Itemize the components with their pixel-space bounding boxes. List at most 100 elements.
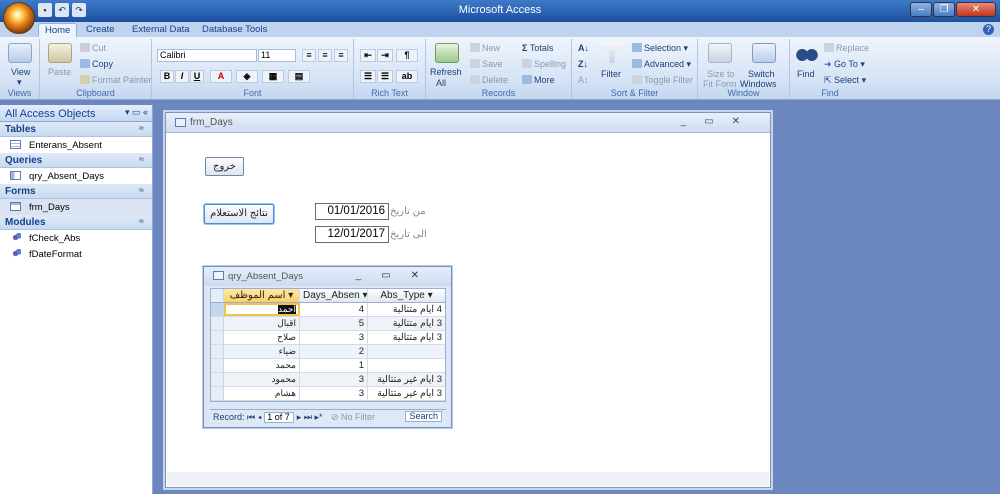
row-selector[interactable]	[211, 303, 224, 316]
tab-database-tools[interactable]: Database Tools	[196, 23, 273, 37]
nav-header[interactable]: All Access Objects ▾ ▭ «	[0, 105, 152, 122]
column-header[interactable]: Days_Absen ▾	[300, 289, 368, 302]
tab-home[interactable]: Home	[38, 23, 78, 37]
decrease-indent-icon[interactable]: ⇤	[360, 49, 376, 62]
refresh-button[interactable]: Refresh	[430, 67, 462, 77]
view-icon[interactable]	[8, 43, 32, 63]
table-cell[interactable]: 3 ايام غير متتالية	[368, 373, 445, 386]
table-cell[interactable]: محمد	[224, 359, 300, 372]
toggle-filter-button[interactable]: Toggle Filter	[632, 75, 693, 85]
form-title-bar[interactable]: frm_Days _▭✕	[166, 113, 770, 133]
table-row[interactable]: ضياء 2	[211, 345, 445, 359]
record-position-field[interactable]: 1 of 7	[264, 412, 295, 423]
cut-button[interactable]: Cut	[80, 43, 106, 53]
table-cell[interactable]: هشام	[224, 387, 300, 400]
goto-button[interactable]: ➜ Go To ▾	[824, 59, 865, 70]
table-cell[interactable]: 3 ايام متتالية	[368, 317, 445, 330]
row-selector[interactable]	[211, 345, 224, 358]
filter-button[interactable]: Filter	[601, 69, 621, 79]
prev-record-icon[interactable]: ◂	[258, 412, 262, 422]
align-left-icon[interactable]: ≡	[302, 49, 316, 62]
advanced-button[interactable]: Advanced ▾	[632, 59, 691, 70]
table-row[interactable]: هشام 3 3 ايام غير متتالية	[211, 387, 445, 401]
table-row[interactable]: محمد 1	[211, 359, 445, 373]
underline-button[interactable]: U	[190, 70, 204, 83]
nav-item-table[interactable]: Enterans_Absent	[0, 137, 152, 153]
sort-descending-icon[interactable]: Z↓	[578, 59, 588, 69]
table-cell[interactable]: 3	[300, 331, 368, 344]
search-box[interactable]: Search	[405, 411, 442, 422]
row-selector[interactable]	[211, 359, 224, 372]
table-cell[interactable]	[368, 345, 445, 358]
font-size-select[interactable]: 11	[258, 49, 296, 62]
table-cell[interactable]: 3	[300, 373, 368, 386]
to-date-field[interactable]: 12/01/2017	[315, 226, 389, 243]
table-cell[interactable]: اقبال	[224, 317, 300, 330]
font-color-icon[interactable]: A	[210, 70, 232, 83]
collapse-icon[interactable]: ≈	[139, 154, 144, 164]
switch-windows-icon[interactable]	[752, 43, 776, 63]
table-cell[interactable]: احمد	[224, 303, 300, 316]
fill-color-icon[interactable]: ◈	[236, 70, 258, 83]
paste-button[interactable]: Paste	[48, 67, 71, 77]
delete-record-button[interactable]: Delete	[470, 75, 508, 85]
form-window-controls[interactable]: _▭✕	[681, 116, 758, 127]
paragraph-direction-icon[interactable]: ¶	[396, 49, 418, 62]
size-to-fit-button[interactable]: Size to	[707, 69, 735, 79]
from-date-field[interactable]: 01/01/2016	[315, 203, 389, 220]
table-cell[interactable]: محمود	[224, 373, 300, 386]
table-cell[interactable]	[368, 359, 445, 372]
first-record-icon[interactable]: ⏮	[247, 412, 255, 422]
table-cell[interactable]: 2	[300, 345, 368, 358]
row-selector[interactable]	[211, 387, 224, 400]
nav-item-query[interactable]: qry_Absent_Days	[0, 168, 152, 184]
font-name-select[interactable]: Calibri	[157, 49, 257, 62]
copy-button[interactable]: Copy	[80, 59, 113, 69]
row-selector[interactable]	[211, 317, 224, 330]
table-cell[interactable]: ضياء	[224, 345, 300, 358]
minimize-icon[interactable]: –	[910, 2, 932, 17]
table-row[interactable]: صلاح 3 3 ايام متتالية	[211, 331, 445, 345]
nav-group-modules[interactable]: Modules ≈	[0, 215, 152, 230]
alternate-fill-icon[interactable]: ▤	[288, 70, 310, 83]
save-record-button[interactable]: Save	[470, 59, 503, 69]
align-center-icon[interactable]: ≡	[318, 49, 332, 62]
last-record-icon[interactable]: ⏭	[304, 412, 312, 422]
nav-item-form[interactable]: frm_Days	[0, 199, 152, 215]
refresh-icon[interactable]	[435, 43, 459, 63]
table-row[interactable]: احمد 4 4 ايام متتالية	[211, 303, 445, 317]
restore-icon[interactable]: ❐	[933, 2, 955, 17]
clear-sort-icon[interactable]: A↕	[578, 75, 589, 85]
nav-group-forms[interactable]: Forms ≈	[0, 184, 152, 199]
office-button[interactable]	[3, 2, 35, 34]
column-header[interactable]: اسم الموظف ▾	[224, 289, 300, 302]
table-cell[interactable]: 4 ايام متتالية	[368, 303, 445, 316]
exit-button[interactable]: خروج	[205, 157, 244, 176]
size-to-fit-icon[interactable]	[708, 43, 732, 63]
selection-button[interactable]: Selection ▾	[632, 43, 688, 54]
switch-windows-button[interactable]: Switch	[748, 69, 775, 79]
collapse-icon[interactable]: ≈	[139, 216, 144, 226]
new-record-button[interactable]: New	[470, 43, 500, 53]
align-right-icon[interactable]: ≡	[334, 49, 348, 62]
paste-icon[interactable]	[48, 43, 72, 63]
replace-button[interactable]: Replace	[824, 43, 869, 53]
collapse-icon[interactable]: ≈	[139, 185, 144, 195]
table-row[interactable]: اقبال 5 3 ايام متتالية	[211, 317, 445, 331]
increase-indent-icon[interactable]: ⇥	[377, 49, 393, 62]
italic-button[interactable]: I	[175, 70, 189, 83]
bold-button[interactable]: B	[160, 70, 174, 83]
numbering-icon[interactable]: ☰	[360, 70, 376, 83]
no-filter-indicator[interactable]: ⊘ No Filter	[331, 412, 375, 422]
query-results-button[interactable]: نتائج الاستعلام	[204, 204, 274, 224]
tab-external-data[interactable]: External Data	[126, 23, 196, 37]
close-icon[interactable]: ✕	[956, 2, 996, 17]
row-selector[interactable]	[211, 331, 224, 344]
sort-ascending-icon[interactable]: A↓	[578, 43, 589, 53]
filter-icon[interactable]	[600, 43, 624, 63]
view-button[interactable]: View	[11, 67, 30, 77]
spelling-button[interactable]: Spelling	[522, 59, 566, 69]
view-dropdown-icon[interactable]: ▾	[17, 77, 22, 88]
nav-item-module[interactable]: fCheck_Abs	[0, 230, 152, 246]
tab-create[interactable]: Create	[80, 23, 121, 37]
